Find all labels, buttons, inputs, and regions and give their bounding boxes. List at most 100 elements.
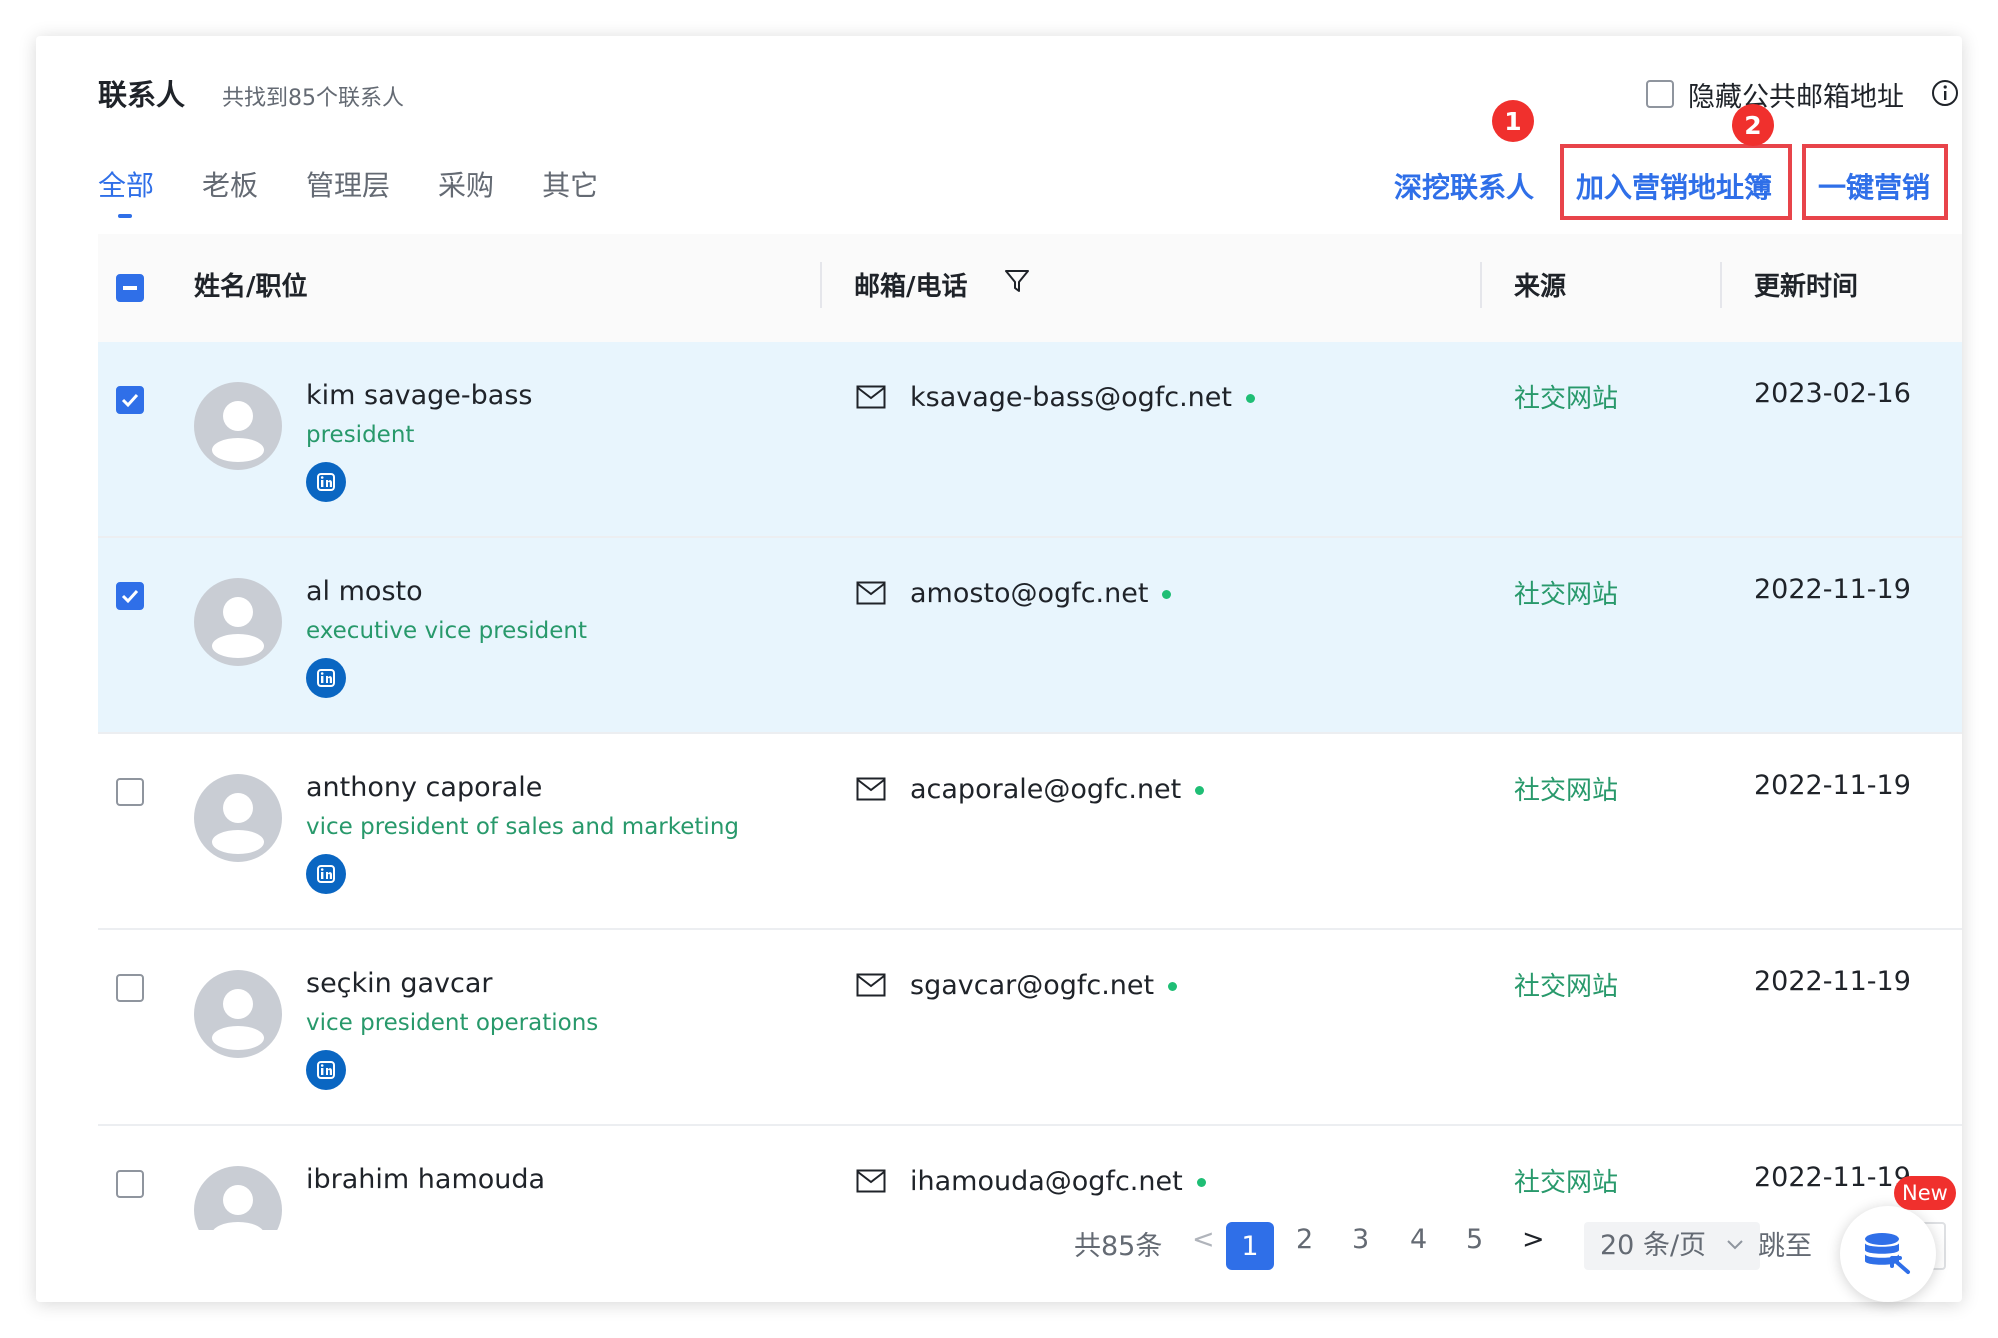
mail-icon — [856, 581, 886, 605]
contact-updated: 2022-11-19 — [1754, 574, 1911, 605]
contact-updated: 2022-11-19 — [1754, 770, 1911, 801]
contact-position: executive vice president — [306, 618, 588, 644]
linkedin-icon[interactable] — [306, 854, 346, 894]
page-3-button[interactable]: 3 — [1352, 1224, 1369, 1255]
filter-tabs: 全部 老板 管理层 采购 其它 — [98, 164, 646, 218]
contact-name[interactable]: ibrahim hamouda — [306, 1164, 545, 1195]
contact-updated: 2022-11-19 — [1754, 966, 1911, 997]
contact-source[interactable]: 社交网站 — [1514, 574, 1618, 611]
column-header-name: 姓名/职位 — [194, 272, 308, 302]
row-checkbox[interactable] — [116, 386, 144, 414]
contact-position: vice president operations — [306, 1010, 599, 1036]
total-count: 共85条 — [1074, 1231, 1163, 1262]
column-header-contact: 邮箱/电话 — [854, 272, 968, 302]
contact-email[interactable]: ksavage-bass@ogfc.net — [910, 382, 1232, 413]
chevron-down-icon — [1727, 1240, 1743, 1250]
contact-source[interactable]: 社交网站 — [1514, 378, 1618, 415]
contact-name[interactable]: al mosto — [306, 576, 423, 607]
one-click-marketing-button[interactable]: 一键营销 — [1818, 166, 1930, 206]
mail-icon — [856, 385, 886, 409]
table-body: kim savage-bass president ksavage-bass@o… — [98, 342, 1962, 1230]
table-row[interactable]: anthony caporale vice president of sales… — [98, 734, 1962, 930]
info-icon[interactable] — [1931, 79, 1959, 107]
column-divider — [1480, 262, 1482, 308]
tab-purchasing[interactable]: 采购 — [438, 164, 494, 204]
avatar — [194, 774, 282, 862]
prev-page-button[interactable]: < — [1192, 1224, 1215, 1255]
table-row[interactable]: kim savage-bass president ksavage-bass@o… — [98, 342, 1962, 538]
page-5-button[interactable]: 5 — [1466, 1224, 1483, 1255]
verified-dot — [1195, 786, 1205, 795]
page-title: 联系人 — [98, 78, 186, 112]
contacts-count: 共找到85个联系人 — [222, 86, 404, 111]
contact-name[interactable]: seçkin gavcar — [306, 968, 493, 999]
dig-contacts-button[interactable]: 深挖联系人 — [1394, 166, 1534, 206]
mail-icon — [856, 777, 886, 801]
page-size-value: 20 条/页 — [1600, 1230, 1707, 1261]
linkedin-icon[interactable] — [306, 462, 346, 502]
avatar — [194, 970, 282, 1058]
contact-source[interactable]: 社交网站 — [1514, 770, 1618, 807]
row-checkbox[interactable] — [116, 778, 144, 806]
column-header-source: 来源 — [1514, 272, 1567, 302]
avatar — [194, 578, 282, 666]
contact-email-cell: amosto@ogfc.net — [910, 578, 1172, 609]
page-size-select[interactable]: 20 条/页 — [1584, 1222, 1760, 1270]
hide-public-email-checkbox[interactable] — [1646, 80, 1674, 108]
verified-dot — [1245, 394, 1255, 403]
verified-dot — [1196, 1178, 1206, 1187]
column-divider — [1720, 262, 1722, 308]
table-row[interactable]: ibrahim hamouda ihamouda@ogfc.net 社交网站 2… — [98, 1126, 1962, 1230]
add-to-marketing-book-button[interactable]: 加入营销地址簿 — [1576, 166, 1772, 206]
page-4-button[interactable]: 4 — [1410, 1224, 1427, 1255]
table-header: 姓名/职位 邮箱/电话 来源 更新时间 — [98, 234, 1962, 342]
linkedin-icon[interactable] — [306, 658, 346, 698]
page-1-button[interactable]: 1 — [1226, 1222, 1274, 1270]
contact-email-cell: ksavage-bass@ogfc.net — [910, 382, 1255, 413]
tab-management[interactable]: 管理层 — [306, 164, 390, 204]
contact-email[interactable]: sgavcar@ogfc.net — [910, 970, 1154, 1001]
row-checkbox[interactable] — [116, 974, 144, 1002]
contacts-panel: 联系人 共找到85个联系人 隐藏公共邮箱地址 全部 老板 管理层 采购 其它 深… — [36, 36, 1962, 1302]
verified-dot — [1168, 982, 1178, 991]
row-checkbox[interactable] — [116, 1170, 144, 1198]
step-badge-1: 1 — [1492, 100, 1534, 142]
contact-updated: 2023-02-16 — [1754, 378, 1911, 409]
mail-icon — [856, 1169, 886, 1193]
contact-position: president — [306, 422, 415, 448]
contact-name[interactable]: anthony caporale — [306, 772, 542, 803]
tab-other[interactable]: 其它 — [542, 164, 598, 204]
avatar — [194, 1166, 282, 1230]
database-icon — [1865, 1233, 1910, 1274]
table-row[interactable]: seçkin gavcar vice president operations … — [98, 930, 1962, 1126]
contact-email[interactable]: ihamouda@ogfc.net — [910, 1166, 1183, 1197]
contact-email[interactable]: amosto@ogfc.net — [910, 578, 1148, 609]
contact-email-cell: acaporale@ogfc.net — [910, 774, 1205, 805]
contact-updated: 2022-11-19 — [1754, 1162, 1911, 1193]
page-2-button[interactable]: 2 — [1296, 1224, 1313, 1255]
contact-source[interactable]: 社交网站 — [1514, 966, 1618, 1003]
new-badge: New — [1894, 1176, 1956, 1210]
contact-name[interactable]: kim savage-bass — [306, 380, 532, 411]
floating-data-button[interactable] — [1840, 1206, 1936, 1302]
tab-boss[interactable]: 老板 — [202, 164, 258, 204]
contact-email-cell: ihamouda@ogfc.net — [910, 1166, 1206, 1197]
row-checkbox[interactable] — [116, 582, 144, 610]
tab-all[interactable]: 全部 — [98, 164, 154, 218]
column-header-updated: 更新时间 — [1754, 272, 1859, 302]
contact-source[interactable]: 社交网站 — [1514, 1162, 1618, 1199]
contact-email-cell: sgavcar@ogfc.net — [910, 970, 1178, 1001]
next-page-button[interactable]: > — [1522, 1224, 1545, 1255]
contact-position: vice president of sales and marketing — [306, 814, 740, 840]
column-divider — [820, 262, 822, 308]
verified-dot — [1162, 590, 1172, 599]
contact-email[interactable]: acaporale@ogfc.net — [910, 774, 1181, 805]
filter-icon[interactable] — [1004, 268, 1030, 294]
table-row[interactable]: al mosto executive vice president amosto… — [98, 538, 1962, 734]
step-badge-2: 2 — [1732, 104, 1774, 146]
linkedin-icon[interactable] — [306, 1050, 346, 1090]
mail-icon — [856, 973, 886, 997]
avatar — [194, 382, 282, 470]
hide-public-email-label[interactable]: 隐藏公共邮箱地址 — [1688, 75, 1904, 114]
select-all-checkbox[interactable] — [116, 274, 144, 302]
